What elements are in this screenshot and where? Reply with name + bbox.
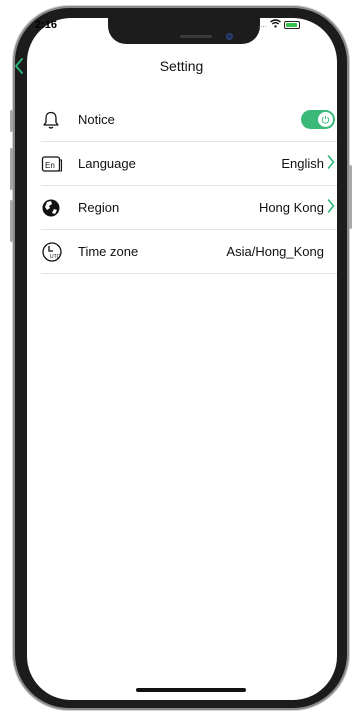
region-value: Hong Kong xyxy=(258,200,324,215)
status-time: 2:16 xyxy=(35,19,58,31)
settings-label-timezone: Time zone xyxy=(78,244,139,259)
home-indicator[interactable] xyxy=(136,688,246,692)
chevron-right-icon xyxy=(327,154,337,173)
front-camera xyxy=(226,33,233,40)
notice-toggle[interactable] xyxy=(301,110,335,129)
language-value: English xyxy=(281,156,324,171)
timezone-value: Asia/Hong_Kong xyxy=(226,244,324,259)
settings-label-region: Region xyxy=(78,200,120,215)
settings-label-notice: Notice xyxy=(78,112,115,127)
power-icon xyxy=(318,112,333,127)
page-title: Setting xyxy=(159,58,204,74)
power-button xyxy=(349,165,352,229)
settings-row-region[interactable]: Region Hong Kong xyxy=(41,186,337,230)
notch xyxy=(108,18,260,44)
language-en-icon: En xyxy=(41,142,69,185)
globe-icon xyxy=(41,186,69,229)
settings-row-timezone[interactable]: UTC Time zone Asia/Hong_Kong xyxy=(41,230,337,274)
svg-text:UTC: UTC xyxy=(50,254,61,260)
chevron-right-icon xyxy=(327,198,337,217)
signal-dots: .... xyxy=(258,20,267,29)
status-indicators: .... xyxy=(258,19,300,30)
volume-down-button xyxy=(10,200,13,242)
volume-up-button xyxy=(10,148,13,190)
mute-switch xyxy=(10,110,13,132)
settings-label-language: Language xyxy=(78,156,136,171)
settings-list: Notice En Language English Region Hong K… xyxy=(41,98,337,274)
battery-charging-icon xyxy=(283,20,300,29)
bell-icon xyxy=(41,98,69,141)
speaker-grille xyxy=(180,35,212,38)
wifi-icon xyxy=(269,19,281,30)
settings-row-language[interactable]: En Language English xyxy=(41,142,337,186)
utc-clock-icon: UTC xyxy=(41,230,69,273)
svg-text:En: En xyxy=(45,161,55,170)
settings-row-notice: Notice xyxy=(41,98,337,142)
